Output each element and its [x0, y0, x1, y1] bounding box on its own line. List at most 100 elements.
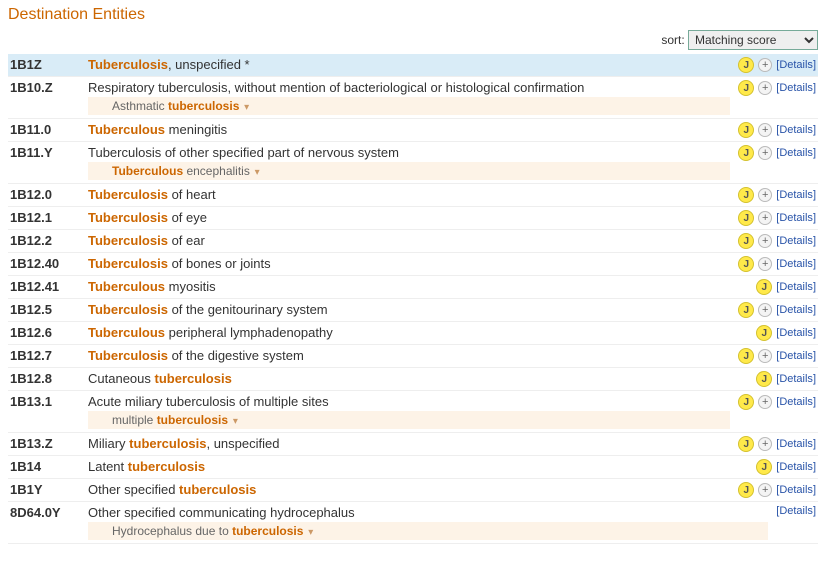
j-badge[interactable]: J — [756, 371, 772, 387]
chevron-down-icon[interactable]: ▾ — [305, 527, 313, 538]
result-row[interactable]: 1B12.2Tuberculosis of earJ+Details — [8, 230, 818, 253]
plus-icon[interactable]: + — [758, 188, 772, 202]
details-link[interactable]: Details — [776, 350, 816, 362]
details-link[interactable]: Details — [776, 59, 816, 71]
details-link[interactable]: Details — [776, 438, 816, 450]
result-row[interactable]: 1B12.40Tuberculosis of bones or jointsJ+… — [8, 253, 818, 276]
result-row[interactable]: 1B1ZTuberculosis, unspecified * J + Details — [8, 54, 818, 77]
result-row[interactable]: 1B11.YTuberculosis of other specified pa… — [8, 142, 818, 184]
matching-term[interactable]: Asthmatic tuberculosis ▾ — [88, 97, 730, 115]
chevron-down-icon[interactable]: ▾ — [241, 102, 249, 113]
row-actions: J + Details — [730, 187, 816, 203]
row-actions: J Details — [748, 279, 816, 295]
details-link[interactable]: Details — [776, 82, 816, 94]
j-badge[interactable]: J — [756, 325, 772, 341]
j-badge[interactable]: J — [738, 348, 754, 364]
chevron-down-icon[interactable]: ▾ — [252, 167, 260, 178]
entity-description: Tuberculosis of the genitourinary system — [88, 302, 730, 317]
entity-code: 1B12.1 — [10, 210, 88, 225]
plus-icon[interactable]: + — [758, 234, 772, 248]
result-row[interactable]: 1B1YOther specified tuberculosisJ+Detail… — [8, 479, 818, 502]
result-row[interactable]: 1B14Latent tuberculosisJDetails — [8, 456, 818, 479]
entity-description: Tuberculous peripheral lymphadenopathy — [88, 325, 748, 340]
entity-description: Cutaneous tuberculosis — [88, 371, 748, 386]
row-actions: J + Details — [730, 57, 816, 73]
plus-icon[interactable]: + — [758, 211, 772, 225]
plus-icon[interactable]: + — [758, 58, 772, 72]
matching-term[interactable]: multiple tuberculosis ▾ — [88, 411, 730, 429]
j-badge[interactable]: J — [738, 394, 754, 410]
details-link[interactable]: Details — [776, 258, 816, 270]
j-badge[interactable]: J — [738, 233, 754, 249]
details-link[interactable]: Details — [776, 235, 816, 247]
row-actions: J + Details — [730, 394, 816, 410]
details-link[interactable]: Details — [776, 373, 816, 385]
details-link[interactable]: Details — [776, 396, 816, 408]
sort-bar: sort: Matching score — [8, 30, 818, 50]
plus-icon[interactable]: + — [758, 81, 772, 95]
row-actions: J + Details — [730, 436, 816, 452]
sort-select[interactable]: Matching score — [688, 30, 818, 50]
result-row[interactable]: 1B12.1Tuberculosis of eyeJ+Details — [8, 207, 818, 230]
matching-term[interactable]: Hydrocephalus due to tuberculosis ▾ — [88, 522, 768, 540]
result-row[interactable]: 1B10.ZRespiratory tuberculosis, without … — [8, 77, 818, 119]
j-badge[interactable]: J — [738, 80, 754, 96]
result-row[interactable]: 1B12.5Tuberculosis of the genitourinary … — [8, 299, 818, 322]
plus-icon[interactable]: + — [758, 303, 772, 317]
result-row[interactable]: 1B12.6Tuberculous peripheral lymphadenop… — [8, 322, 818, 345]
matching-term[interactable]: Tuberculous encephalitis ▾ — [88, 162, 730, 180]
j-badge[interactable]: J — [756, 459, 772, 475]
details-link[interactable]: Details — [776, 124, 816, 136]
details-link[interactable]: Details — [776, 461, 816, 473]
details-link[interactable]: Details — [776, 484, 816, 496]
entity-code: 8D64.0Y — [10, 505, 88, 520]
result-row[interactable]: 1B12.0Tuberculosis of heart J + Details — [8, 184, 818, 207]
row-actions: J + Details — [730, 122, 816, 138]
entity-code: 1B13.Z — [10, 436, 88, 451]
details-link[interactable]: Details — [776, 212, 816, 224]
details-link[interactable]: Details — [776, 147, 816, 159]
plus-icon[interactable]: + — [758, 483, 772, 497]
j-badge[interactable]: J — [738, 122, 754, 138]
plus-icon[interactable]: + — [758, 257, 772, 271]
row-actions: J + Details — [730, 80, 816, 96]
j-badge[interactable]: J — [756, 279, 772, 295]
result-row[interactable]: 8D64.0YOther specified communicating hyd… — [8, 502, 818, 544]
j-badge[interactable]: J — [738, 187, 754, 203]
entity-description: Acute miliary tuberculosis of multiple s… — [88, 394, 730, 429]
j-badge[interactable]: J — [738, 256, 754, 272]
result-row[interactable]: 1B11.0Tuberculous meningitisJ+Details — [8, 119, 818, 142]
details-link[interactable]: Details — [776, 304, 816, 316]
row-actions: J Details — [748, 325, 816, 341]
entity-description: Tuberculosis of heart — [88, 187, 730, 202]
j-badge[interactable]: J — [738, 145, 754, 161]
chevron-down-icon[interactable]: ▾ — [230, 416, 238, 427]
details-link[interactable]: Details — [776, 281, 816, 293]
result-row[interactable]: 1B12.41Tuberculous myositisJDetails — [8, 276, 818, 299]
entity-description: Tuberculosis of other specified part of … — [88, 145, 730, 180]
details-link[interactable]: Details — [776, 189, 816, 201]
j-badge[interactable]: J — [738, 482, 754, 498]
results-list: 1B1ZTuberculosis, unspecified * J + Details… — [8, 54, 818, 544]
result-row[interactable]: 1B12.8Cutaneous tuberculosisJDetails — [8, 368, 818, 391]
plus-icon[interactable]: + — [758, 146, 772, 160]
plus-icon[interactable]: + — [758, 123, 772, 137]
plus-icon[interactable]: + — [758, 349, 772, 363]
entity-description: Tuberculosis of ear — [88, 233, 730, 248]
entity-code: 1B12.6 — [10, 325, 88, 340]
plus-icon[interactable]: + — [758, 437, 772, 451]
entity-description: Tuberculosis, unspecified * — [88, 57, 730, 72]
result-row[interactable]: 1B12.7Tuberculosis of the digestive syst… — [8, 345, 818, 368]
row-actions: Details — [768, 505, 816, 517]
j-badge[interactable]: J — [738, 57, 754, 73]
j-badge[interactable]: J — [738, 302, 754, 318]
result-row[interactable]: 1B13.ZMiliary tuberculosis, unspecifiedJ… — [8, 433, 818, 456]
entity-code: 1B1Z — [10, 57, 88, 72]
j-badge[interactable]: J — [738, 210, 754, 226]
j-badge[interactable]: J — [738, 436, 754, 452]
entity-code: 1B12.0 — [10, 187, 88, 202]
details-link[interactable]: Details — [776, 327, 816, 339]
details-link[interactable]: Details — [776, 505, 816, 517]
result-row[interactable]: 1B13.1Acute miliary tuberculosis of mult… — [8, 391, 818, 433]
plus-icon[interactable]: + — [758, 395, 772, 409]
